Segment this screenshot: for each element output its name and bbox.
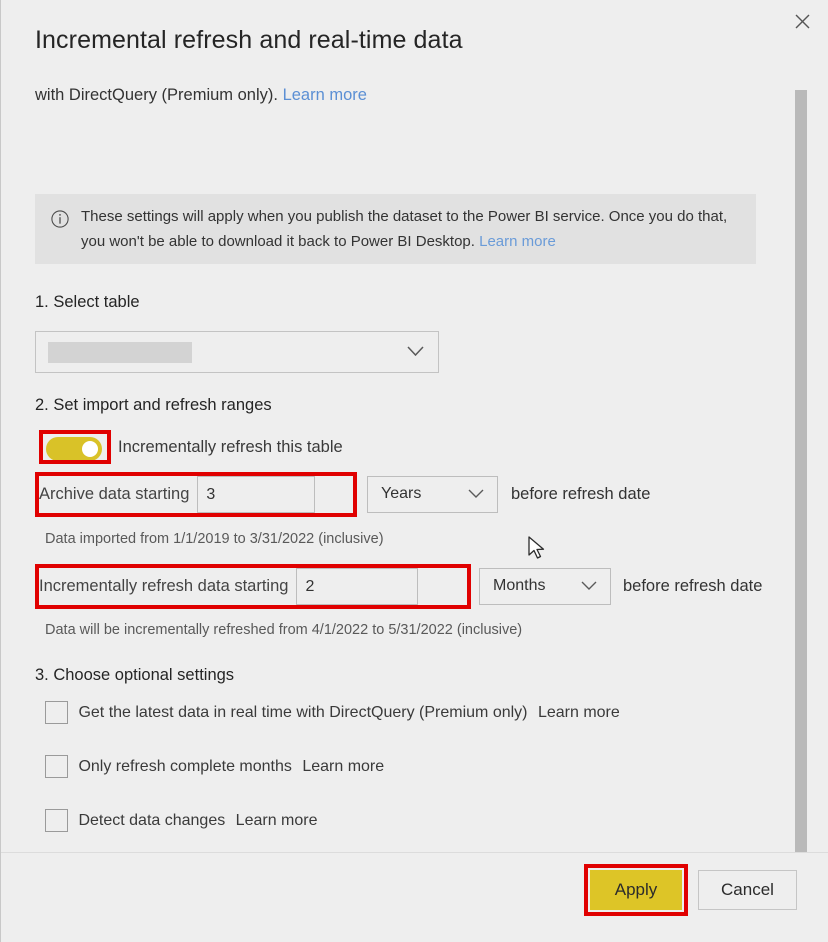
toggle-label: Incrementally refresh this table: [118, 438, 343, 456]
checkbox-complete-months-learn-more-link[interactable]: Learn more: [302, 758, 384, 776]
close-icon: [795, 14, 809, 28]
archive-data-row: Archive data starting: [39, 476, 316, 513]
chevron-down-icon: [468, 489, 484, 498]
section-heading-set-ranges: 2. Set import and refresh ranges: [35, 396, 272, 414]
info-banner-text: These settings will apply when you publi…: [81, 204, 741, 254]
incremental-unit-dropdown[interactable]: Months: [479, 568, 611, 605]
checkbox-row-detect-changes: Detect data changes Learn more: [45, 809, 318, 832]
archive-unit-value: Years: [381, 485, 422, 502]
info-icon: [51, 210, 69, 228]
incrementally-refresh-toggle[interactable]: [39, 430, 111, 464]
intro-paragraph: with DirectQuery (Premium only). Learn m…: [35, 86, 367, 105]
incremental-suffix-label: before refresh date: [623, 577, 763, 595]
incremental-refresh-row: Incrementally refresh data starting: [39, 568, 419, 605]
vertical-scrollbar[interactable]: [795, 68, 807, 855]
archive-unit-dropdown[interactable]: Years: [367, 476, 498, 513]
cancel-button[interactable]: Cancel: [698, 870, 797, 910]
close-button[interactable]: [783, 5, 821, 37]
intro-learn-more-link[interactable]: Learn more: [283, 86, 367, 104]
incremental-refresh-label: Incrementally refresh data starting: [39, 577, 289, 595]
section-heading-optional-settings: 3. Choose optional settings: [35, 666, 235, 684]
archive-range-note: Data imported from 1/1/2019 to 3/31/2022…: [45, 531, 384, 547]
checkbox-row-directquery: Get the latest data in real time with Di…: [45, 701, 620, 724]
checkbox-detect-changes-learn-more-link[interactable]: Learn more: [236, 812, 318, 830]
section-heading-select-table: 1. Select table: [35, 293, 140, 311]
dialog-scroll-body: with DirectQuery (Premium only). Learn m…: [1, 68, 828, 853]
checkbox-detect-changes-label: Detect data changes: [78, 811, 226, 829]
table-select-dropdown[interactable]: [35, 331, 439, 373]
apply-button[interactable]: Apply: [590, 870, 682, 910]
checkbox-row-complete-months: Only refresh complete months Learn more: [45, 755, 384, 778]
intro-text: with DirectQuery (Premium only).: [35, 86, 278, 104]
toggle-knob: [82, 441, 98, 457]
incremental-refresh-input[interactable]: [296, 568, 419, 605]
dialog-header: Incremental refresh and real-time data: [1, 0, 828, 68]
info-banner-line1: These settings will apply when you publi…: [81, 208, 694, 225]
checkbox-directquery-label: Get the latest data in real time with Di…: [78, 703, 528, 721]
checkbox-complete-months[interactable]: [45, 755, 68, 778]
checkbox-directquery-learn-more-link[interactable]: Learn more: [538, 704, 620, 722]
archive-suffix-label: before refresh date: [511, 485, 651, 503]
info-banner: These settings will apply when you publi…: [35, 194, 756, 264]
chevron-down-icon: [407, 346, 424, 357]
info-banner-learn-more-link[interactable]: Learn more: [479, 233, 556, 250]
incremental-unit-value: Months: [493, 577, 546, 594]
checkbox-detect-changes[interactable]: [45, 809, 68, 832]
table-select-value-redacted: [48, 342, 192, 363]
scrollbar-thumb[interactable]: [795, 90, 807, 855]
archive-data-label: Archive data starting: [39, 485, 190, 503]
archive-data-input[interactable]: [197, 476, 316, 513]
checkbox-complete-months-label: Only refresh complete months: [78, 757, 292, 775]
page-title: Incremental refresh and real-time data: [35, 26, 463, 54]
chevron-down-icon: [581, 581, 597, 590]
incremental-refresh-dialog: Incremental refresh and real-time data w…: [0, 0, 828, 942]
toggle-track: [46, 437, 102, 461]
incremental-range-note: Data will be incrementally refreshed fro…: [45, 622, 523, 638]
checkbox-directquery[interactable]: [45, 701, 68, 724]
